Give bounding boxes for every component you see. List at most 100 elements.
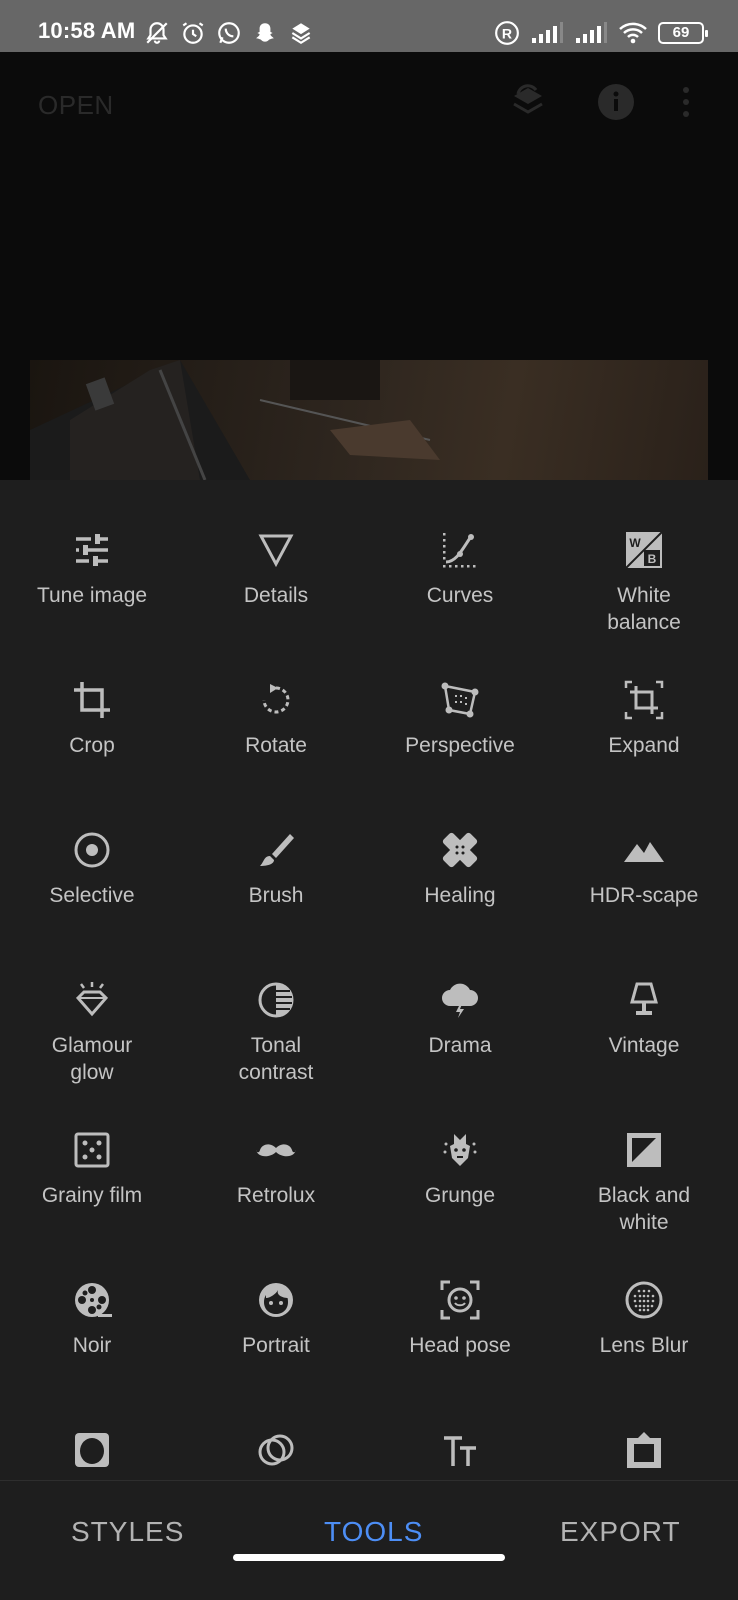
photo-content <box>30 360 440 480</box>
tool-label: Rotate <box>245 734 307 757</box>
tool-drama[interactable]: Drama <box>368 930 552 1080</box>
frames-icon <box>627 1432 661 1468</box>
expand-icon <box>624 680 664 720</box>
tool-text-partial[interactable] <box>368 1380 552 1480</box>
tool-expand[interactable]: Expand <box>552 630 736 780</box>
tonal-contrast-icon <box>258 982 294 1018</box>
tool-label: Perspective <box>405 734 515 757</box>
hdr-mountain-icon <box>624 842 664 862</box>
tool-label: Curves <box>426 584 494 607</box>
tool-vintage[interactable]: Vintage <box>552 930 736 1080</box>
tool-label: Grunge <box>424 1184 496 1207</box>
tool-rotate[interactable]: Rotate <box>184 630 368 780</box>
tool-hdr-scape[interactable]: HDR-scape <box>552 780 736 930</box>
selective-icon <box>74 832 110 868</box>
head-pose-icon <box>440 1280 480 1320</box>
tool-grainy-film[interactable]: Grainy film <box>0 1080 184 1230</box>
drama-cloud-icon <box>442 983 478 1018</box>
curves-icon <box>443 533 476 568</box>
tool-brush[interactable]: Brush <box>184 780 368 930</box>
edited-photo <box>30 360 708 480</box>
tool-label: Head pose <box>409 1334 511 1357</box>
tool-label: Drama <box>428 1034 492 1057</box>
svg-text:W: W <box>629 536 641 550</box>
tool-label: Vintage <box>608 1034 680 1057</box>
tool-double-exposure-partial[interactable] <box>184 1380 368 1480</box>
tool-label: Details <box>243 584 309 607</box>
status-bar: 10:58 AM R 69 <box>0 0 738 52</box>
tool-selective[interactable]: Selective <box>0 780 184 930</box>
double-exposure-icon <box>258 1434 294 1466</box>
svg-text:R: R <box>502 25 512 41</box>
grainy-film-icon <box>74 1132 110 1168</box>
open-button[interactable]: OPEN <box>38 90 114 121</box>
tool-curves[interactable]: Curves <box>368 480 552 630</box>
home-indicator[interactable] <box>233 1554 505 1561</box>
tool-label: Tonal contrast <box>238 1034 314 1084</box>
info-icon[interactable] <box>596 82 636 122</box>
tool-label: Black and white <box>597 1184 691 1234</box>
details-triangle-icon <box>258 534 294 568</box>
tool-label: Expand <box>608 734 680 757</box>
black-and-white-icon <box>627 1133 661 1167</box>
tool-tonal-contrast[interactable]: Tonal contrast <box>184 930 368 1084</box>
tool-noir[interactable]: Noir <box>0 1230 184 1380</box>
tab-export[interactable]: EXPORT <box>560 1516 681 1548</box>
rotate-icon <box>262 684 290 714</box>
tool-label: Grainy film <box>41 1184 143 1207</box>
alarm-icon <box>182 22 204 44</box>
tool-head-pose[interactable]: Head pose <box>368 1230 552 1380</box>
more-vert-icon[interactable] <box>676 82 696 122</box>
portrait-face-icon <box>259 1283 293 1317</box>
tool-crop[interactable]: Crop <box>0 630 184 780</box>
tool-glamour-glow[interactable]: Glamour glow <box>0 930 184 1084</box>
snapchat-icon <box>256 23 274 42</box>
status-system-icons: R 69 <box>494 20 708 46</box>
signal-bars-icon <box>532 22 563 43</box>
tool-label: Glamour glow <box>51 1034 133 1084</box>
tool-portrait[interactable]: Portrait <box>184 1230 368 1380</box>
tool-lens-blur[interactable]: Lens Blur <box>552 1230 736 1380</box>
tune-icon <box>76 534 108 566</box>
image-preview-area: OPEN <box>0 52 738 480</box>
tool-frames-partial[interactable] <box>552 1380 736 1480</box>
bottom-navigation: STYLES TOOLS EXPORT <box>0 1480 738 1600</box>
tab-styles[interactable]: STYLES <box>71 1516 184 1548</box>
tool-details[interactable]: Details <box>184 480 368 630</box>
tool-perspective[interactable]: Perspective <box>368 630 552 780</box>
tool-white-balance[interactable]: WB White balance <box>552 480 736 634</box>
tool-black-and-white[interactable]: Black and white <box>552 1080 736 1234</box>
tool-retrolux[interactable]: Retrolux <box>184 1080 368 1230</box>
tool-healing[interactable]: Healing <box>368 780 552 930</box>
tool-label: Selective <box>49 884 135 907</box>
brush-icon <box>260 834 294 866</box>
vignette-icon <box>75 1433 109 1467</box>
retrolux-mustache-icon <box>256 1144 296 1157</box>
tool-label: Crop <box>69 734 115 757</box>
grunge-icon <box>443 1134 477 1166</box>
tool-vignette-partial[interactable] <box>0 1380 184 1480</box>
tool-label: Brush <box>248 884 304 907</box>
vintage-lamp-icon <box>630 982 658 1015</box>
tool-grunge[interactable]: Grunge <box>368 1080 552 1230</box>
tool-label: Retrolux <box>236 1184 316 1207</box>
tab-tools[interactable]: TOOLS <box>324 1516 423 1548</box>
wifi-icon <box>619 22 647 44</box>
tool-label: Noir <box>72 1334 112 1357</box>
tool-label: HDR-scape <box>589 884 699 907</box>
tool-label: Portrait <box>242 1334 310 1357</box>
layers-stack-icon <box>291 23 311 45</box>
undo-stack-icon[interactable] <box>508 82 548 122</box>
noir-film-reel-icon <box>75 1283 112 1317</box>
tool-label: White balance <box>607 584 681 634</box>
tool-label: Lens Blur <box>599 1334 689 1357</box>
crop-icon <box>74 682 110 718</box>
tool-label: Tune image <box>36 584 148 607</box>
white-balance-icon: WB <box>625 531 663 569</box>
whatsapp-icon <box>218 22 240 44</box>
glamour-glow-icon <box>75 982 109 1017</box>
tools-panel: Tune image Details Curves WB White balan… <box>0 480 738 1480</box>
tool-label: Healing <box>424 884 496 907</box>
status-notification-icons <box>144 20 314 46</box>
tool-tune-image[interactable]: Tune image <box>0 480 184 630</box>
